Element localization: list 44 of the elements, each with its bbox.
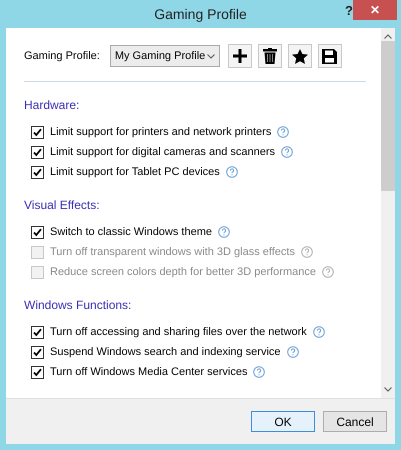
star-icon [292, 48, 308, 64]
favorite-button[interactable] [288, 44, 312, 68]
plus-icon [232, 49, 247, 63]
scroll-up-icon[interactable] [384, 34, 392, 39]
cancel-button[interactable]: Cancel [323, 411, 387, 432]
option-label: Turn off transparent windows with 3D glass effects [50, 246, 295, 258]
help-icon[interactable] [312, 326, 325, 338]
help-button[interactable]: ? [345, 3, 353, 18]
delete-button[interactable] [258, 44, 282, 68]
option-label: Limit support for printers and network printers [50, 126, 272, 138]
checkbox[interactable] [31, 226, 44, 238]
option-label: Limit support for digital cameras and scanners [50, 146, 275, 158]
checkbox[interactable] [31, 326, 44, 338]
help-icon[interactable] [281, 146, 293, 158]
section-heading: Windows Functions: [24, 298, 132, 312]
trash-icon [262, 48, 277, 64]
section-heading: Visual Effects: [24, 198, 101, 212]
option-label: Reduce screen colors depth for better 3D performance [50, 266, 316, 278]
help-icon[interactable] [286, 346, 299, 358]
add-button[interactable] [228, 44, 252, 68]
checkbox[interactable] [31, 126, 44, 138]
profile-dropdown[interactable]: My Gaming Profile [110, 45, 220, 67]
scroll-down-icon[interactable] [384, 387, 392, 392]
option-label: Turn off Windows Media Center services [50, 366, 248, 378]
checkbox[interactable] [31, 346, 44, 358]
checkbox[interactable] [31, 146, 44, 158]
ok-button[interactable]: OK [251, 411, 315, 432]
option-label: Switch to classic Windows theme [50, 226, 212, 238]
help-icon[interactable] [277, 126, 290, 138]
help-icon[interactable] [226, 166, 238, 178]
profile-label: Gaming Profile: [24, 50, 100, 62]
option-label: Limit support for Tablet PC devices [50, 166, 220, 178]
window-title: Gaming Profile [154, 6, 247, 22]
close-button[interactable]: ✕ [353, 0, 397, 20]
option-label: Suspend Windows search and indexing service [50, 346, 281, 358]
checkbox[interactable] [31, 166, 44, 178]
help-icon[interactable] [218, 226, 230, 238]
help-icon[interactable] [253, 366, 266, 378]
checkbox[interactable] [31, 366, 44, 378]
option-label: Turn off accessing and sharing files over the network [50, 326, 307, 338]
chevron-icon [206, 54, 215, 58]
section-heading: Hardware: [24, 98, 80, 112]
scrollbar[interactable] [381, 28, 395, 398]
save-button[interactable] [318, 44, 342, 68]
